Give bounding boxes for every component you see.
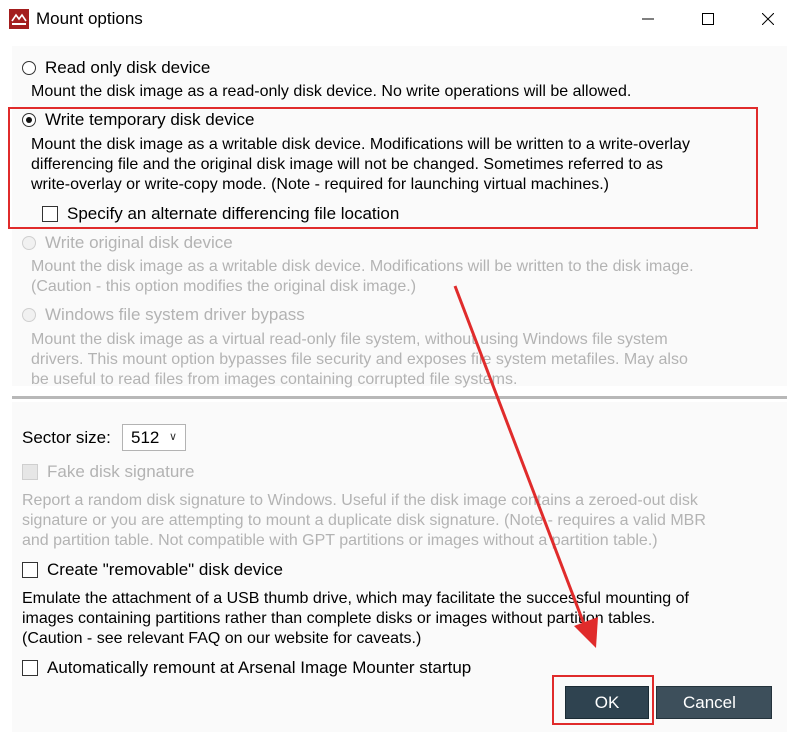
write-temporary-highlight <box>8 107 758 229</box>
sector-size-select[interactable]: 512 ∨ <box>122 424 186 451</box>
close-button[interactable] <box>738 0 798 38</box>
radio-indicator-disabled <box>22 308 36 322</box>
fs-bypass-description-2: drivers. This mount option bypasses file… <box>31 351 688 368</box>
removable-description-3: (Caution - see relevant FAQ on our websi… <box>22 630 422 647</box>
title-bar: Mount options <box>0 0 798 38</box>
removable-description-2: images containing partitions rather than… <box>22 610 656 627</box>
checkbox-box-disabled <box>22 464 38 480</box>
read-only-label: Read only disk device <box>45 58 211 77</box>
radio-indicator <box>22 61 36 75</box>
minimize-icon <box>642 18 654 20</box>
radio-indicator-disabled <box>22 236 36 250</box>
fake-signature-description-3: and partition table. Not compatible with… <box>22 532 658 549</box>
fs-bypass-description-3: be useful to read files from images cont… <box>31 371 518 388</box>
maximize-button[interactable] <box>678 0 738 38</box>
chevron-down-icon: ∨ <box>168 431 177 443</box>
removable-label: Create "removable" disk device <box>47 560 284 579</box>
auto-remount-label: Automatically remount at Arsenal Image M… <box>47 658 472 677</box>
removable-checkbox[interactable]: Create "removable" disk device <box>22 560 283 580</box>
read-only-description: Mount the disk image as a read-only disk… <box>31 83 632 100</box>
close-icon <box>762 13 774 25</box>
fs-bypass-description-1: Mount the disk image as a virtual read-o… <box>31 331 668 348</box>
removable-description-1: Emulate the attachment of a USB thumb dr… <box>22 590 689 607</box>
minimize-button[interactable] <box>618 0 678 38</box>
arsenal-app-icon <box>9 9 29 29</box>
read-only-radio[interactable]: Read only disk device <box>22 58 210 78</box>
checkbox-box <box>22 562 38 578</box>
fs-bypass-radio[interactable]: Windows file system driver bypass <box>22 305 305 325</box>
maximize-icon <box>702 13 714 25</box>
window-title: Mount options <box>36 9 143 28</box>
write-original-label: Write original disk device <box>45 233 233 252</box>
sector-size-value: 512 <box>131 427 160 447</box>
section-separator <box>12 396 787 399</box>
fs-bypass-label: Windows file system driver bypass <box>45 305 305 324</box>
cancel-button[interactable]: Cancel <box>656 686 772 719</box>
fake-signature-label: Fake disk signature <box>47 462 195 481</box>
checkbox-box <box>22 660 38 676</box>
fake-signature-checkbox[interactable]: Fake disk signature <box>22 462 194 482</box>
ok-button-highlight <box>552 675 654 725</box>
fake-signature-description-1: Report a random disk signature to Window… <box>22 492 698 509</box>
fake-signature-description-2: signature or you are attempting to mount… <box>22 512 706 529</box>
sector-size-label: Sector size: <box>22 428 111 447</box>
write-original-description-1: Mount the disk image as a writable disk … <box>31 258 694 275</box>
auto-remount-checkbox[interactable]: Automatically remount at Arsenal Image M… <box>22 658 471 678</box>
write-original-radio[interactable]: Write original disk device <box>22 233 233 253</box>
write-original-description-2: (Caution - this option modifies the orig… <box>31 278 417 295</box>
